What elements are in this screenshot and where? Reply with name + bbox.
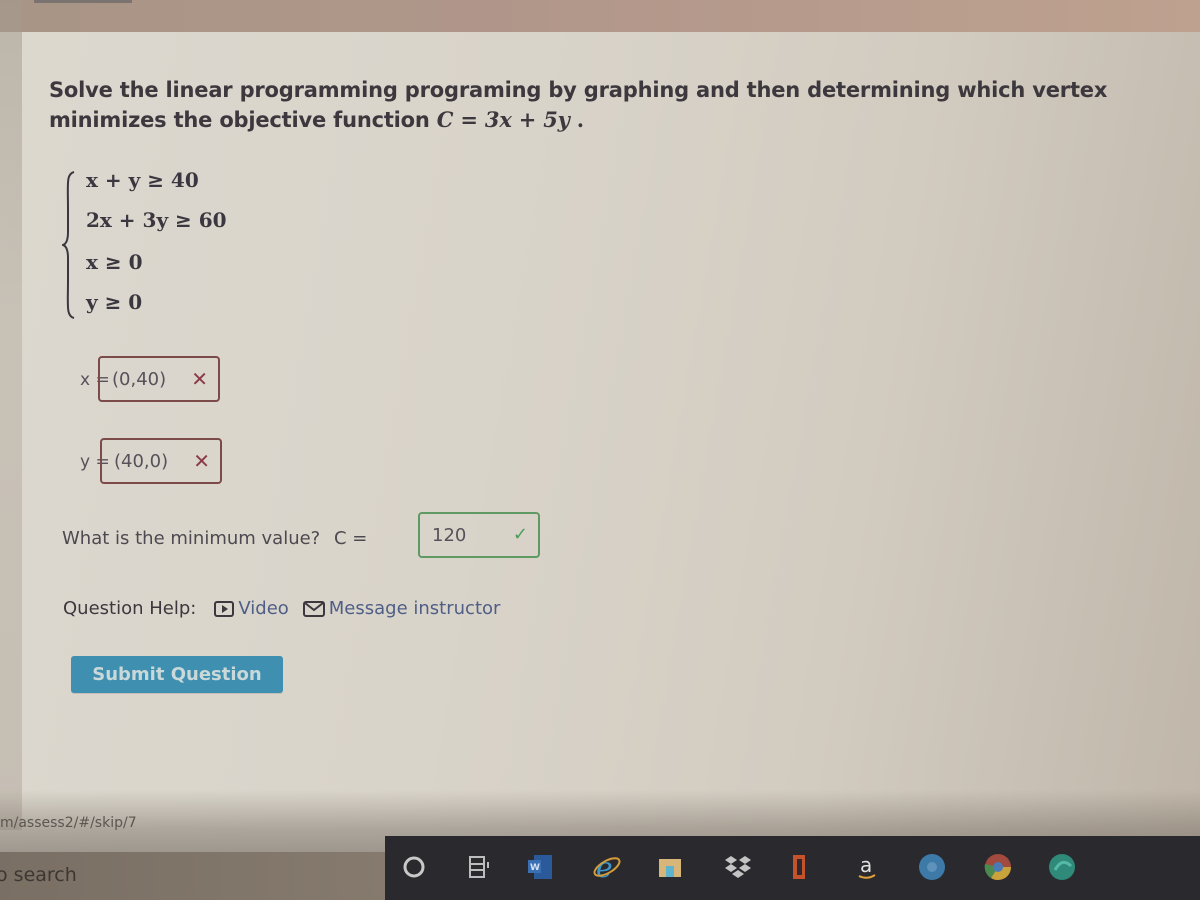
c-label: C = — [333, 528, 368, 549]
constraint-1: x + y ≥ 40 — [86, 168, 199, 192]
cortana-icon[interactable] — [397, 850, 431, 884]
objective-variable: C — [436, 107, 454, 132]
office-icon[interactable] — [783, 850, 817, 884]
internet-explorer-icon[interactable]: e — [590, 850, 624, 884]
y-answer-value: (40,0) — [114, 451, 169, 472]
message-instructor-label: Message instructor — [328, 598, 501, 619]
amazon-icon[interactable]: a — [850, 850, 884, 884]
y-answer-input[interactable]: (40,0) ✕ — [100, 438, 222, 484]
video-play-icon — [214, 600, 235, 617]
minimum-value: 120 — [432, 525, 467, 546]
x-answer-input[interactable]: (0,40) ✕ — [98, 356, 220, 402]
incorrect-x-icon: ✕ — [191, 367, 208, 391]
minimum-value-prompt: What is the minimum value? C = — [62, 528, 367, 549]
svg-text:a: a — [860, 853, 872, 877]
objective-equals: = — [453, 107, 485, 132]
objective-function: C = 3x + 5y . — [437, 107, 584, 132]
word-icon[interactable]: W — [523, 850, 557, 884]
task-view-icon[interactable] — [463, 850, 497, 884]
edge-icon[interactable] — [1045, 850, 1079, 884]
status-bar-url: m/assess2/#/skip/7 — [0, 815, 137, 831]
question-help: Question Help: Video Message instructor — [63, 598, 500, 619]
taskbar: W e a — [385, 836, 1200, 900]
chrome-icon[interactable] — [981, 850, 1015, 884]
video-label: Video — [238, 598, 289, 619]
incorrect-y-icon: ✕ — [193, 449, 210, 473]
video-link[interactable]: Video — [214, 598, 289, 619]
browser-top-bar — [0, 0, 1200, 32]
search-placeholder: o search — [0, 864, 77, 886]
submit-question-button[interactable]: Submit Question — [71, 656, 283, 693]
svg-text:W: W — [530, 863, 540, 873]
envelope-icon — [302, 600, 325, 617]
minimum-question: What is the minimum value? — [62, 528, 321, 549]
minimum-value-input[interactable]: 120 ✓ — [418, 512, 540, 558]
correct-check-icon: ✓ — [512, 524, 528, 545]
left-brace-icon — [62, 171, 75, 319]
dropbox-icon[interactable] — [721, 850, 755, 884]
constraint-2: 2x + 3y ≥ 60 — [86, 208, 227, 232]
browser-tab-edge[interactable] — [34, 0, 132, 3]
question-help-label: Question Help: — [63, 598, 197, 619]
constraint-3: x ≥ 0 — [86, 250, 143, 274]
objective-period: . — [569, 107, 584, 132]
constraint-system: x + y ≥ 40 2x + 3y ≥ 60 x ≥ 0 y ≥ 0 — [62, 168, 322, 319]
objective-expression: 3x + 5y — [484, 107, 570, 132]
question-text: Solve the linear programming programing … — [49, 76, 1189, 135]
browser-icon[interactable] — [915, 850, 949, 884]
taskbar-search[interactable]: o search — [0, 852, 385, 900]
file-explorer-icon[interactable] — [653, 850, 687, 884]
message-instructor-link[interactable]: Message instructor — [302, 598, 501, 619]
screen-edge — [0, 0, 22, 830]
constraint-4: y ≥ 0 — [86, 290, 143, 314]
x-answer-value: (0,40) — [112, 369, 167, 390]
